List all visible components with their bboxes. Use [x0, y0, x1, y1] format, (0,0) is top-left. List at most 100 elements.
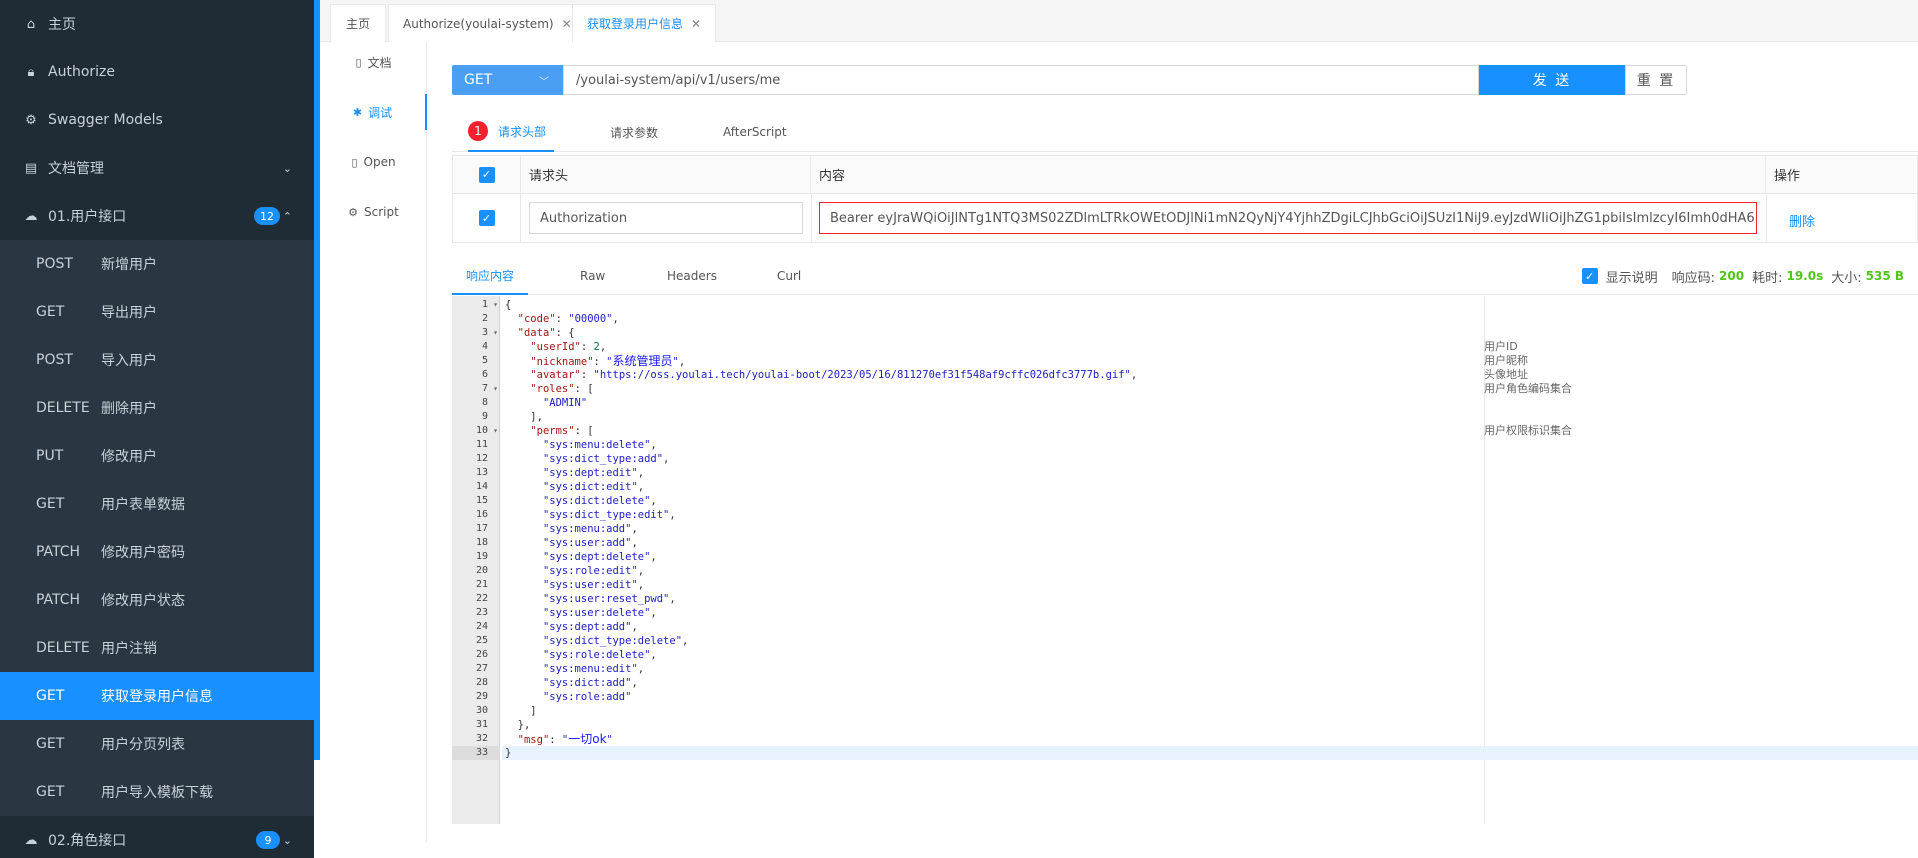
line-number: 13 [475, 467, 488, 478]
line-number: 11 [475, 439, 488, 450]
sidebar-group-role-api[interactable]: ☁ 02.角色接口 9 ⌄ [0, 816, 314, 858]
tab-user-info[interactable]: 获取登录用户信息 ✕ [572, 4, 717, 42]
tab-response-content[interactable]: 响应内容 [452, 257, 529, 295]
reset-button[interactable]: 重 置 [1625, 65, 1687, 95]
fold-toggle-icon[interactable]: ▾ [493, 326, 498, 340]
select-all-checkbox[interactable]: ✓ [478, 166, 495, 183]
sidebar-api-item[interactable]: DELETE 删除用户 [0, 384, 314, 432]
sidebar-api-item[interactable]: PATCH 修改用户状态 [0, 576, 314, 624]
line-number: 16 [475, 509, 488, 520]
send-button[interactable]: 发 送 [1479, 65, 1625, 95]
sidebar-api-item[interactable]: POST 导入用户 [0, 336, 314, 384]
line-number: 4 [481, 341, 488, 352]
code-line: "ADMIN" [542, 397, 588, 409]
tab-home[interactable]: 主页 [330, 4, 386, 42]
sidebar-item-label: Swagger Models [48, 112, 163, 128]
header-name-value: Authorization [540, 210, 628, 226]
sidebar-api-item[interactable]: GET 用户表单数据 [0, 480, 314, 528]
api-name: 用户表单数据 [101, 497, 185, 513]
header-value-input[interactable]: Bearer eyJraWQiOiJlNTg1NTQ3MS02ZDlmLTRkO… [819, 202, 1757, 234]
count-badge: 12 [254, 207, 280, 225]
fold-toggle-icon[interactable]: ▾ [493, 298, 498, 312]
code-icon: ⚙ [348, 205, 359, 219]
line-number: 26 [475, 649, 488, 660]
vtab-debug[interactable]: ✱ 调试 [320, 94, 427, 130]
field-annotation: 用户权限标识集合 [1484, 424, 1572, 437]
response-editor[interactable]: 1 ▾ 2 3 ▾ 4 5 6 7 ▾ 8 9 10 ▾ 11 12 13 14 15 16 17 18 19 20 21 22 2… [452, 296, 1918, 824]
code-line: ] [505, 705, 537, 717]
line-number: 18 [475, 537, 488, 548]
document-icon: ▯ [355, 55, 362, 69]
line-number: 20 [475, 565, 488, 576]
method-select[interactable]: GET ﹀ [452, 65, 563, 95]
code-line: "sys:dict:delete", [542, 495, 657, 507]
api-method: GET [36, 688, 65, 704]
url-input[interactable]: /youlai-system/api/v1/users/me [563, 65, 1479, 95]
close-icon[interactable]: ✕ [691, 17, 701, 31]
vtab-open[interactable]: ▯ Open [320, 144, 427, 180]
sidebar-api-item[interactable]: GET 用户导入模板下载 [0, 768, 314, 816]
vtab-doc[interactable]: ▯ 文档 [320, 44, 427, 80]
close-icon[interactable]: ✕ [562, 17, 572, 31]
tab-response-headers[interactable]: Headers [667, 257, 717, 295]
sidebar-group-user-api[interactable]: ☁ 01.用户接口 12 ⌃ [0, 192, 314, 240]
tab-label: AfterScript [723, 125, 787, 139]
tab-response-curl[interactable]: Curl [777, 257, 801, 295]
sidebar-api-item[interactable]: GET 用户分页列表 [0, 720, 314, 768]
tab-after-script[interactable]: AfterScript [723, 112, 787, 152]
code-line: "sys:dept:edit", [542, 467, 645, 479]
show-desc-checkbox[interactable]: ✓ [1581, 268, 1598, 284]
line-number: 23 [475, 607, 488, 618]
line-number: 25 [475, 635, 488, 646]
api-method: PATCH [36, 544, 81, 560]
header-name-input[interactable]: Authorization [529, 202, 803, 234]
delete-header-link[interactable]: 删除 [1789, 211, 1815, 230]
fold-toggle-icon[interactable]: ▾ [493, 382, 498, 396]
column-header-value: 内容 [811, 156, 1766, 193]
line-number: 2 [481, 313, 488, 324]
sidebar-item-doc-manage[interactable]: ▤ 文档管理 ⌄ [0, 144, 314, 192]
vtab-label: Open [363, 155, 396, 169]
line-number: 1 ▾ [481, 298, 498, 312]
table-header-row: ✓ 请求头 内容 操作 [453, 156, 1917, 194]
api-method: PATCH [36, 592, 81, 608]
tab-label: 请求头部 [498, 124, 547, 139]
line-number: 31 [475, 719, 488, 730]
sidebar-item-home[interactable]: ⌂ 主页 [0, 0, 314, 48]
line-number: 12 [475, 453, 488, 464]
row-checkbox[interactable]: ✓ [478, 210, 495, 226]
tab-label: 请求参数 [610, 125, 659, 140]
sidebar-api-item[interactable]: GET 导出用户 [0, 288, 314, 336]
sidebar-item-label: Authorize [48, 64, 115, 80]
code-line: "sys:user:delete", [542, 607, 657, 619]
sidebar-api-item[interactable]: PATCH 修改用户密码 [0, 528, 314, 576]
sidebar-api-item[interactable]: DELETE 用户注销 [0, 624, 314, 672]
code-line: "sys:menu:edit", [542, 663, 645, 675]
tab-request-params[interactable]: 请求参数 [610, 112, 658, 152]
code-line: "sys:user:reset_pwd", [542, 593, 676, 605]
code-line: "sys:dict_type:edit", [542, 509, 676, 521]
chevron-down-icon: ⌄ [282, 161, 292, 175]
sidebar-api-item[interactable]: POST 新增用户 [0, 240, 314, 288]
lock-icon: 🔒︎ [27, 64, 35, 80]
sidebar-item-swagger-models[interactable]: ⚙ Swagger Models [0, 96, 314, 144]
fold-toggle-icon[interactable]: ▾ [493, 424, 498, 438]
size-value: 535 B [1865, 269, 1904, 283]
tab-request-headers[interactable]: 1 请求头部 [468, 112, 555, 152]
api-list: POST 新增用户 GET 导出用户 POST 导入用户 DELETE 删除用户 PUT 修改用户… [0, 240, 314, 816]
vtab-label: 调试 [368, 105, 393, 120]
vtab-script[interactable]: ⚙ Script [320, 194, 427, 230]
code-line: "sys:dict_type:delete", [542, 635, 689, 647]
api-name: 用户分页列表 [101, 737, 185, 753]
tab-response-raw[interactable]: Raw [580, 257, 605, 295]
line-number: 22 [475, 593, 488, 604]
code-line: { [505, 299, 512, 311]
sidebar-api-item[interactable]: PUT 修改用户 [0, 432, 314, 480]
column-divider [811, 194, 812, 242]
code-area[interactable]: { "code": "00000", "data": { "userId": 2… [502, 296, 1918, 824]
api-method: POST [36, 352, 73, 368]
sidebar-api-item[interactable]: GET 获取登录用户信息 [0, 672, 314, 720]
line-number: 32 [475, 733, 488, 744]
tab-authorize[interactable]: Authorize(youlai-system) ✕ [388, 4, 587, 42]
sidebar-item-authorize[interactable]: 🔒︎ Authorize [0, 48, 314, 96]
